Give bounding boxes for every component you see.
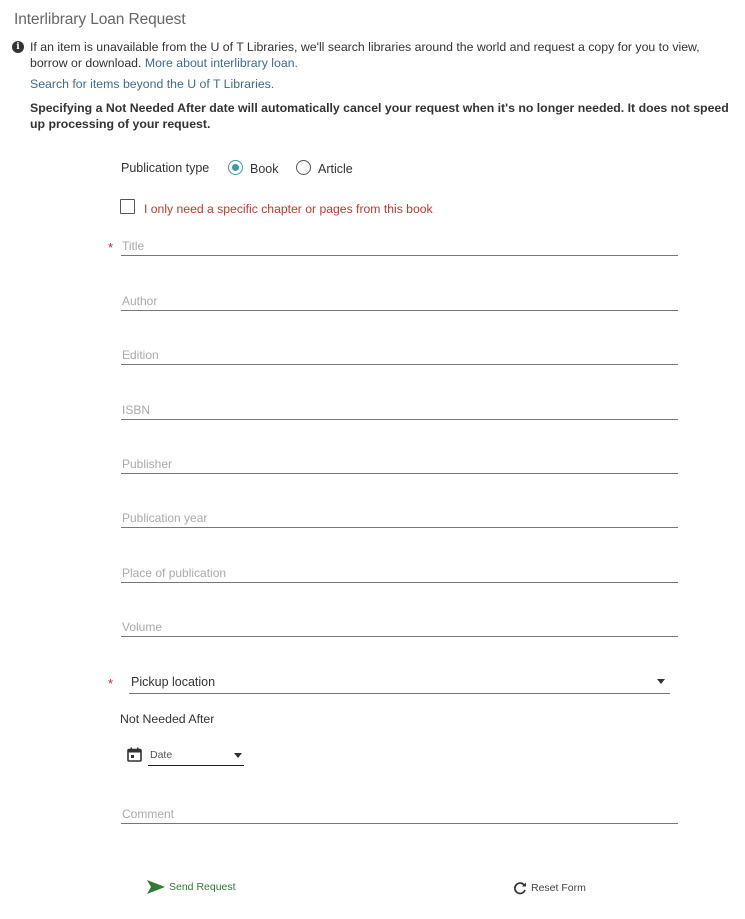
chapter-checkbox[interactable] [120, 199, 135, 214]
radio-book-label[interactable]: Book [250, 162, 279, 176]
chevron-down-icon [234, 753, 242, 758]
chapter-checkbox-label[interactable]: I only need a specific chapter or pages … [144, 202, 433, 216]
place-of-publication-field[interactable] [121, 564, 680, 583]
page-title: Interlibrary Loan Request [14, 11, 186, 28]
publisher-field[interactable] [121, 455, 680, 474]
publisher-input[interactable] [121, 455, 680, 473]
reset-form-label: Reset Form [531, 882, 586, 894]
radio-article[interactable] [296, 160, 311, 175]
edition-field[interactable] [121, 346, 680, 365]
comment-field[interactable] [121, 805, 680, 824]
isbn-input[interactable] [121, 401, 680, 419]
author-input[interactable] [121, 292, 680, 310]
not-needed-note: Specifying a Not Needed After date will … [30, 101, 729, 131]
author-field[interactable] [121, 292, 680, 311]
required-marker: * [108, 676, 114, 691]
publication-year-input[interactable] [121, 509, 680, 527]
send-icon [147, 880, 165, 894]
reset-form-button[interactable]: Reset Form [513, 881, 586, 895]
not-needed-after-label: Not Needed After [120, 712, 215, 726]
volume-input[interactable] [121, 618, 680, 636]
publication-year-field[interactable] [121, 509, 680, 528]
volume-field[interactable] [121, 618, 680, 637]
chevron-down-icon [657, 679, 665, 684]
publication-type-label: Publication type [121, 161, 210, 175]
radio-article-label[interactable]: Article [318, 162, 353, 176]
title-field[interactable] [121, 237, 680, 256]
edition-input[interactable] [121, 346, 680, 364]
date-placeholder: Date [150, 749, 173, 761]
date-picker[interactable]: Date [148, 747, 244, 766]
title-input[interactable] [121, 237, 680, 255]
isbn-field[interactable] [121, 401, 680, 420]
search-beyond-link[interactable]: Search for items beyond the U of T Libra… [30, 77, 274, 91]
required-marker: * [108, 240, 114, 255]
info-circle-icon: i [12, 41, 24, 53]
comment-input[interactable] [121, 805, 680, 823]
place-of-publication-input[interactable] [121, 564, 680, 582]
more-about-ill-link[interactable]: More about interlibrary loan. [145, 56, 298, 70]
send-request-button[interactable]: Send Request [147, 880, 236, 894]
pickup-location-label: Pickup location [131, 675, 216, 689]
info-text: If an item is unavailable from the U of … [30, 39, 735, 71]
refresh-icon [514, 882, 526, 895]
calendar-icon[interactable] [127, 747, 142, 762]
info-message: If an item is unavailable from the U of … [30, 40, 700, 70]
send-request-label: Send Request [169, 881, 236, 893]
pickup-location-select[interactable]: Pickup location [129, 674, 670, 694]
radio-book[interactable] [228, 160, 243, 175]
